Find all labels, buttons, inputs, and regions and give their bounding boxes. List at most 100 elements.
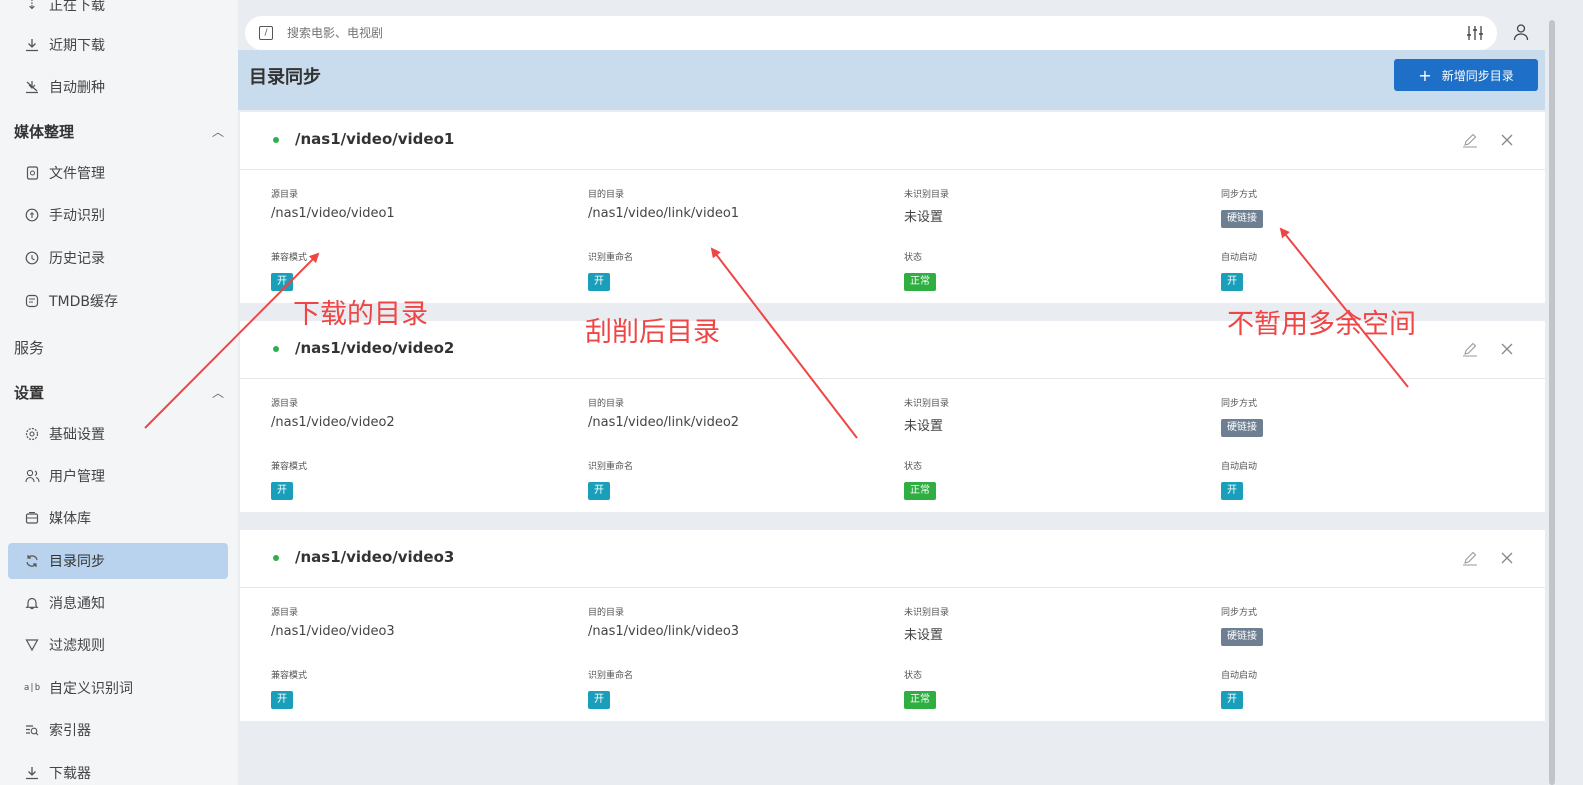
library-icon — [24, 510, 40, 526]
sync-card: /nas1/video/video2 源目录 /nas1/video/video… — [240, 321, 1545, 512]
sidebar-item-directory-sync[interactable]: 目录同步 — [8, 543, 228, 579]
field-label: 同步方式 — [1221, 190, 1258, 200]
field-sync-mode: 同步方式 硬链接 — [1221, 187, 1263, 228]
field-status: 状态 正常 — [904, 459, 936, 500]
field-autostart: 自动启动 开 — [1221, 668, 1257, 709]
field-label: 同步方式 — [1221, 608, 1258, 618]
sidebar-item-media-library[interactable]: 媒体库 — [8, 501, 228, 535]
sidebar-services-label: 服务 — [14, 338, 45, 357]
field-label: 状态 — [904, 671, 923, 681]
field-label: 目的目录 — [588, 190, 625, 200]
status-dot — [273, 346, 279, 352]
field-value: /nas1/video/video2 — [271, 415, 395, 430]
sidebar-item-label: 文件管理 — [49, 166, 105, 182]
sidebar-item-notifications[interactable]: 消息通知 — [8, 586, 228, 620]
downloader-icon — [24, 765, 40, 781]
sidebar-group-label: 设置 — [14, 383, 45, 402]
scrollbar[interactable] — [1549, 20, 1555, 785]
edit-icon[interactable] — [1462, 341, 1478, 357]
field-unknown: 未识别目录 未设置 — [904, 396, 949, 434]
field-label: 未识别目录 — [904, 399, 950, 409]
sidebar-item-manual-identify[interactable]: 手动识别 — [8, 198, 228, 232]
sidebar-group-media[interactable]: 媒体整理 ︿ — [0, 114, 238, 148]
field-label: 兼容模式 — [271, 253, 308, 263]
bell-icon — [24, 595, 40, 611]
sidebar-item-custom-words[interactable]: a|b 自定义识别词 — [8, 671, 228, 705]
sidebar-item-label: 手动识别 — [49, 208, 105, 224]
sidebar-group-settings[interactable]: 设置 ︿ — [0, 375, 238, 409]
gear-icon — [24, 426, 40, 442]
field-label: 状态 — [904, 462, 923, 472]
field-value: /nas1/video/link/video2 — [588, 415, 740, 430]
users-icon — [24, 468, 40, 484]
sync-icon — [24, 553, 40, 569]
field-autostart: 自动启动 开 — [1221, 250, 1257, 291]
sidebar-item-label: 正在下载 — [49, 0, 105, 14]
rename-badge: 开 — [588, 482, 610, 500]
field-value: /nas1/video/video1 — [271, 206, 395, 221]
sidebar-item-label: 自动删种 — [49, 80, 105, 96]
field-value: 未设置 — [904, 419, 944, 434]
filter-settings-icon[interactable] — [1466, 25, 1484, 41]
sidebar-item-indexer[interactable]: 索引器 — [8, 713, 228, 747]
close-icon[interactable] — [1500, 133, 1514, 147]
search-bar[interactable]: / — [245, 16, 1497, 50]
sidebar-item-file-manager[interactable]: 文件管理 — [8, 156, 228, 190]
compat-badge: 开 — [271, 482, 293, 500]
sidebar-item-label: 媒体库 — [49, 511, 91, 527]
sidebar-item-label: 自定义识别词 — [49, 681, 133, 697]
field-target: 目的目录 /nas1/video/link/video2 — [588, 396, 739, 430]
edit-icon[interactable] — [1462, 132, 1478, 148]
field-autostart: 自动启动 开 — [1221, 459, 1257, 500]
compat-badge: 开 — [271, 273, 293, 291]
close-icon[interactable] — [1500, 551, 1514, 565]
sidebar-item-tmdb-cache[interactable]: TMDB缓存 — [8, 284, 228, 318]
field-sync-mode: 同步方式 硬链接 — [1221, 605, 1263, 646]
sidebar-item-label: 消息通知 — [49, 596, 105, 612]
sidebar-item-auto-delete[interactable]: 自动删种 — [8, 70, 228, 104]
autostart-badge: 开 — [1221, 691, 1243, 709]
autostart-badge: 开 — [1221, 273, 1243, 291]
field-rename: 识别重命名 开 — [588, 250, 633, 291]
sidebar-item-label: 基础设置 — [49, 427, 105, 443]
sidebar-item-downloading[interactable]: ⇣ 正在下载 — [8, 0, 228, 22]
field-label: 识别重命名 — [588, 671, 634, 681]
close-icon[interactable] — [1500, 342, 1514, 356]
field-label: 源目录 — [271, 399, 299, 409]
add-sync-directory-button[interactable]: + 新增同步目录 — [1394, 59, 1538, 91]
field-label: 兼容模式 — [271, 462, 308, 472]
sidebar-item-label: TMDB缓存 — [49, 294, 119, 310]
user-icon[interactable] — [1512, 23, 1530, 41]
sync-mode-badge: 硬链接 — [1221, 628, 1263, 646]
field-label: 未识别目录 — [904, 608, 950, 618]
annotation-scraped-dir: 刮削后目录 — [585, 317, 720, 348]
sidebar-item-basic-settings[interactable]: 基础设置 — [8, 417, 228, 451]
sidebar-item-user-management[interactable]: 用户管理 — [8, 459, 228, 493]
field-target: 目的目录 /nas1/video/link/video1 — [588, 187, 739, 221]
download-icon — [24, 37, 40, 53]
sidebar-item-label: 目录同步 — [49, 554, 105, 570]
history-icon — [24, 250, 40, 266]
sidebar-item-filter-rules[interactable]: 过滤规则 — [8, 628, 228, 662]
compat-badge: 开 — [271, 691, 293, 709]
field-source: 源目录 /nas1/video/video3 — [271, 605, 395, 639]
sidebar-item-history[interactable]: 历史记录 — [8, 241, 228, 275]
sidebar-item-recent-downloads[interactable]: 近期下载 — [8, 28, 228, 62]
sidebar-item-downloader[interactable]: 下载器 — [8, 756, 228, 785]
field-label: 自动启动 — [1221, 671, 1258, 681]
sidebar-group-label: 媒体整理 — [14, 122, 75, 141]
edit-icon[interactable] — [1462, 550, 1478, 566]
field-label: 兼容模式 — [271, 671, 308, 681]
sidebar-item-label: 用户管理 — [49, 469, 105, 485]
field-compat: 兼容模式 开 — [271, 459, 307, 500]
search-input[interactable] — [287, 26, 1187, 40]
field-sync-mode: 同步方式 硬链接 — [1221, 396, 1263, 437]
auto-delete-icon — [24, 79, 40, 95]
download-icon: ⇣ — [26, 0, 38, 13]
status-badge: 正常 — [904, 273, 936, 291]
indexer-icon — [24, 722, 40, 738]
card-header: /nas1/video/video1 — [240, 112, 1545, 170]
field-label: 未识别目录 — [904, 190, 950, 200]
sidebar-services[interactable]: 服务 — [14, 330, 44, 364]
sidebar-item-label: 索引器 — [49, 723, 91, 739]
